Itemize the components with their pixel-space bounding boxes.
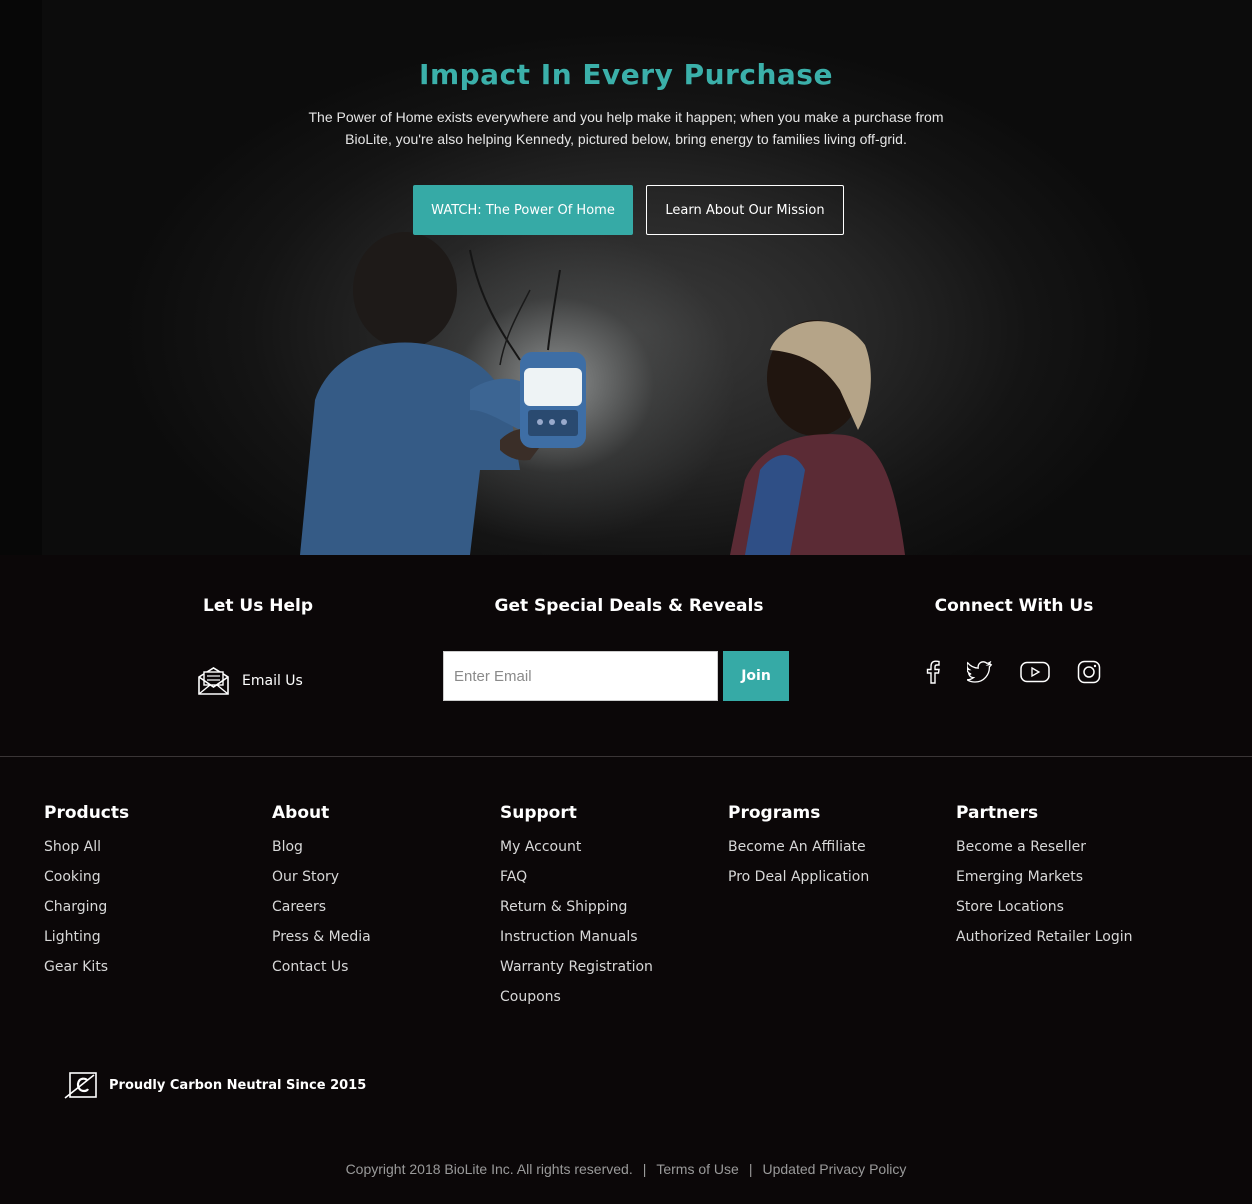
hero-title: Impact In Every Purchase: [419, 58, 833, 91]
youtube-icon[interactable]: [1019, 658, 1051, 686]
partners-heading: Partners: [956, 803, 1039, 823]
hero-description: The Power of Home exists everywhere and …: [308, 109, 944, 147]
products-heading: Products: [44, 803, 130, 823]
link-instruction-manuals[interactable]: Instruction Manuals: [500, 922, 653, 952]
link-careers[interactable]: Careers: [272, 892, 371, 922]
connect-heading: Connect With Us: [934, 596, 1094, 616]
link-blog[interactable]: Blog: [272, 832, 371, 862]
link-cooking[interactable]: Cooking: [44, 862, 129, 892]
link-coupons[interactable]: Coupons: [500, 982, 653, 1012]
link-emerging-markets[interactable]: Emerging Markets: [956, 862, 1132, 892]
woman-figure: [730, 320, 905, 555]
carbon-neutral-badge: Proudly Carbon Neutral Since 2015: [64, 1070, 366, 1100]
programs-heading: Programs: [728, 803, 821, 823]
email-us-label: Email Us: [242, 673, 303, 689]
link-store-locations[interactable]: Store Locations: [956, 892, 1132, 922]
link-gear-kits[interactable]: Gear Kits: [44, 952, 129, 982]
copyright-text: Copyright 2018 BioLite Inc. All rights r…: [345, 1161, 633, 1177]
email-us-link[interactable]: Email Us: [197, 666, 303, 696]
link-return-shipping[interactable]: Return & Shipping: [500, 892, 653, 922]
programs-column: Programs Become An Affiliate Pro Deal Ap…: [728, 803, 869, 892]
link-contact-us[interactable]: Contact Us: [272, 952, 371, 982]
partners-column: Partners Become a Reseller Emerging Mark…: [956, 803, 1132, 952]
legal-bar: Copyright 2018 BioLite Inc. All rights r…: [0, 1161, 1252, 1177]
twitter-icon[interactable]: [965, 658, 995, 686]
products-column: Products Shop All Cooking Charging Light…: [44, 803, 129, 982]
link-retailer-login[interactable]: Authorized Retailer Login: [956, 922, 1132, 952]
link-my-account[interactable]: My Account: [500, 832, 653, 862]
learn-mission-button[interactable]: Learn About Our Mission: [646, 185, 844, 235]
link-become-affiliate[interactable]: Become An Affiliate: [728, 832, 869, 862]
help-heading: Let Us Help: [202, 596, 313, 616]
link-faq[interactable]: FAQ: [500, 862, 653, 892]
link-charging[interactable]: Charging: [44, 892, 129, 922]
carbon-neutral-icon: [64, 1072, 97, 1099]
instagram-icon[interactable]: [1074, 658, 1104, 686]
watch-video-button[interactable]: WATCH: The Power Of Home: [413, 185, 633, 235]
lantern-device: [520, 352, 586, 448]
man-figure: [300, 232, 545, 555]
newsletter-email-input[interactable]: [443, 651, 718, 701]
about-heading: About: [272, 803, 330, 823]
legal-separator: |: [642, 1161, 647, 1177]
envelope-icon: [198, 667, 229, 695]
link-lighting[interactable]: Lighting: [44, 922, 129, 952]
privacy-link[interactable]: Updated Privacy Policy: [762, 1161, 906, 1177]
support-column: Support My Account FAQ Return & Shipping…: [500, 803, 653, 1012]
terms-link[interactable]: Terms of Use: [656, 1161, 738, 1177]
deals-heading: Get Special Deals & Reveals: [494, 596, 764, 616]
support-heading: Support: [500, 803, 577, 823]
legal-separator: |: [748, 1161, 753, 1177]
link-press-media[interactable]: Press & Media: [272, 922, 371, 952]
about-column: About Blog Our Story Careers Press & Med…: [272, 803, 371, 982]
join-button[interactable]: Join: [723, 651, 789, 701]
link-pro-deal[interactable]: Pro Deal Application: [728, 862, 869, 892]
hero-section: Impact In Every Purchase The Power of Ho…: [0, 0, 1252, 555]
link-our-story[interactable]: Our Story: [272, 862, 371, 892]
link-shop-all[interactable]: Shop All: [44, 832, 129, 862]
link-warranty-registration[interactable]: Warranty Registration: [500, 952, 653, 982]
facebook-icon[interactable]: [918, 658, 948, 686]
carbon-neutral-text: Proudly Carbon Neutral Since 2015: [109, 1077, 367, 1093]
link-become-reseller[interactable]: Become a Reseller: [956, 832, 1132, 862]
footer-divider: [0, 756, 1252, 757]
